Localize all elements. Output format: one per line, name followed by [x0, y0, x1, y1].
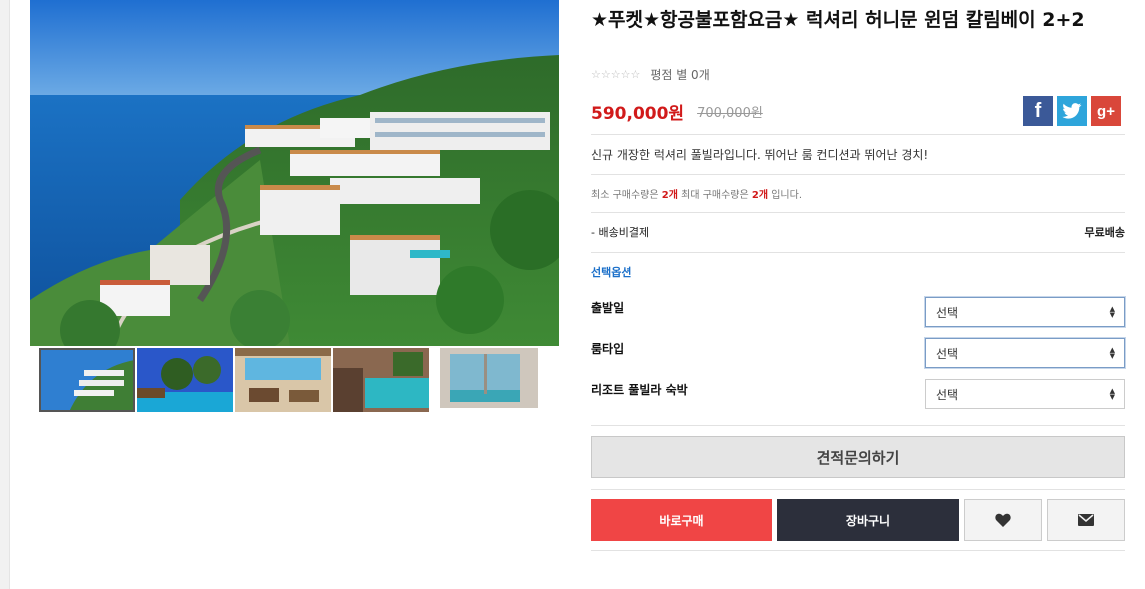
options-heading: 선택옵션 [591, 266, 632, 279]
googleplus-share-button[interactable]: g+ [1091, 96, 1121, 126]
purchase-actions: 바로구매 장바구니 [591, 499, 1125, 541]
select-value: 선택 [936, 305, 959, 320]
original-price: 700,000원 [697, 105, 763, 121]
envelope-icon [1078, 514, 1094, 526]
buy-now-button[interactable]: 바로구매 [591, 499, 772, 541]
option-resort-pool-villa: 리조트 풀빌라 숙박 선택 ▲ ▼ [591, 379, 1125, 409]
quote-inquiry-button[interactable]: 견적문의하기 [591, 436, 1125, 478]
divider [591, 425, 1125, 426]
product-title: ★푸켓★항공불포함요금★ 럭셔리 허니문 윈덤 칼림베이 2+2 [591, 9, 1085, 31]
shipping-label: - 배송비결제 [591, 226, 650, 239]
wishlist-button[interactable] [964, 499, 1042, 541]
divider [591, 212, 1125, 213]
thumbnail-5[interactable] [440, 348, 538, 412]
twitter-bird-icon [1062, 103, 1082, 119]
sale-price: 590,000원 [591, 103, 685, 124]
option-label: 출발일 [591, 301, 625, 315]
rating-text: 평점 별 0개 [650, 68, 710, 82]
rating-row: ☆☆☆☆☆ 평점 별 0개 [591, 66, 710, 83]
email-share-button[interactable] [1047, 499, 1125, 541]
option-label: 룸타입 [591, 342, 625, 356]
price-row: 590,000원 700,000원 f g+ [591, 96, 1125, 126]
resort-pool-villa-select[interactable]: 선택 ▲ ▼ [925, 379, 1125, 409]
shipping-value: 무료배송 [1084, 226, 1125, 239]
qty-max: 2개 [751, 190, 769, 201]
option-departure-date: 출발일 선택 ▲ ▼ [591, 297, 1125, 327]
select-arrows-icon: ▲ ▼ [1109, 346, 1115, 360]
thumbnail-4[interactable] [333, 348, 429, 412]
divider [591, 134, 1125, 135]
heart-icon [995, 513, 1011, 527]
select-value: 선택 [936, 346, 959, 361]
option-room-type: 룸타입 선택 ▲ ▼ [591, 338, 1125, 368]
add-to-cart-button[interactable]: 장바구니 [777, 499, 959, 541]
divider [591, 489, 1125, 490]
qty-min: 2개 [661, 190, 678, 201]
select-arrows-icon: ▲ ▼ [1109, 305, 1115, 319]
social-share: f g+ [1023, 96, 1121, 126]
divider [591, 252, 1125, 253]
departure-date-select[interactable]: 선택 ▲ ▼ [925, 297, 1125, 327]
thumbnail-3[interactable] [235, 348, 331, 412]
divider [591, 550, 1125, 551]
main-product-image[interactable] [30, 0, 559, 346]
option-label: 리조트 풀빌라 숙박 [591, 383, 688, 397]
facebook-share-button[interactable]: f [1023, 96, 1053, 126]
thumbnail-2[interactable] [137, 348, 233, 412]
purchase-quantity-note: 최소 구매수량은 2개 최대 구매수량은 2개 입니다. [591, 186, 802, 201]
select-value: 선택 [936, 387, 959, 402]
select-arrows-icon: ▲ ▼ [1109, 387, 1115, 401]
left-edge-strip [0, 0, 10, 589]
shipping-row: - 배송비결제 무료배송 [591, 224, 1125, 240]
qty-middle: 최대 구매수량은 [677, 190, 752, 201]
qty-suffix: 입니다. [768, 190, 803, 201]
room-type-select[interactable]: 선택 ▲ ▼ [925, 338, 1125, 368]
googleplus-icon: g+ [1097, 102, 1115, 120]
facebook-icon: f [1034, 99, 1042, 122]
divider [591, 174, 1125, 175]
thumbnail-1[interactable] [39, 348, 135, 412]
product-description: 신규 개장한 럭셔리 풀빌라입니다. 뛰어난 룸 컨디션과 뛰어난 경치! [591, 148, 929, 162]
product-page: ★푸켓★항공불포함요금★ 럭셔리 허니문 윈덤 칼림베이 2+2 ☆☆☆☆☆ 평… [0, 0, 1145, 589]
rating-stars-icon: ☆☆☆☆☆ [591, 68, 641, 81]
twitter-share-button[interactable] [1057, 96, 1087, 126]
qty-prefix: 최소 구매수량은 [591, 190, 662, 201]
